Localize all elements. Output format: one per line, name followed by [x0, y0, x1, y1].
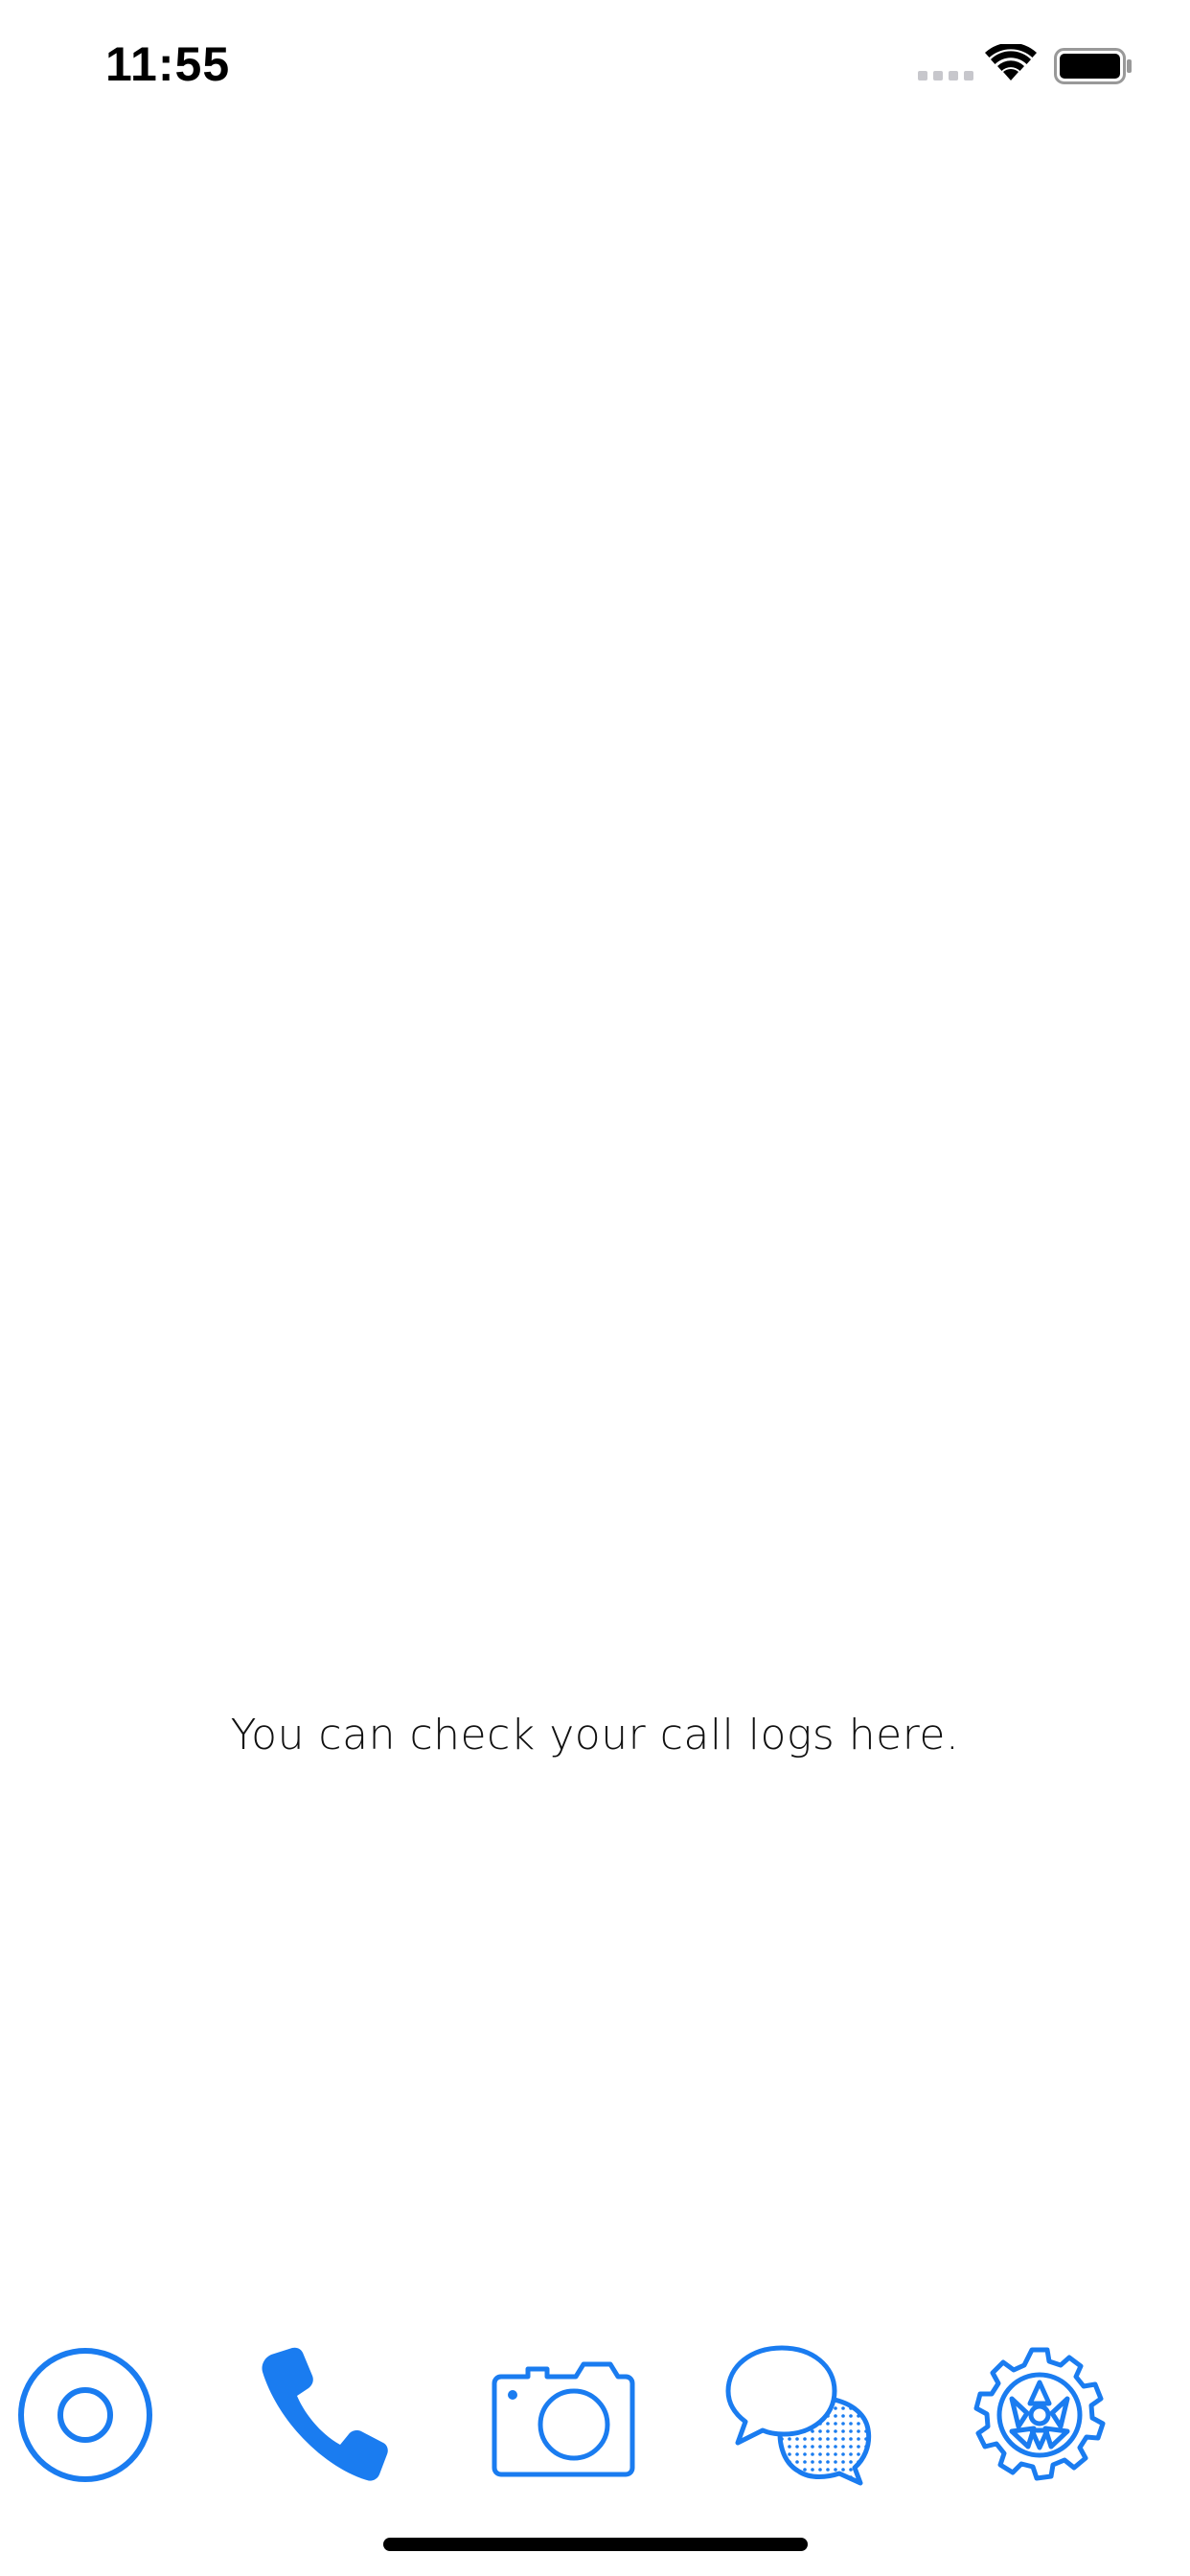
tab-calls[interactable] — [242, 2338, 405, 2492]
tab-bar — [0, 2329, 1190, 2501]
radio-target-icon — [18, 2348, 152, 2482]
phone-icon — [262, 2347, 388, 2481]
tab-settings[interactable] — [958, 2338, 1121, 2492]
chat-bubbles-icon — [725, 2345, 872, 2486]
home-indicator[interactable] — [383, 2538, 808, 2551]
empty-state-message: You can check your call logs here. — [230, 1711, 960, 1760]
status-time: 11:55 — [105, 37, 231, 91]
tab-camera[interactable] — [481, 2338, 644, 2492]
battery-icon — [1054, 48, 1132, 84]
status-bar: 11:55 — [0, 0, 1190, 126]
signal-bars-icon — [918, 71, 973, 80]
tab-messages[interactable] — [720, 2338, 882, 2492]
tab-radio[interactable] — [4, 2338, 167, 2492]
gear-icon — [973, 2347, 1106, 2481]
camera-icon — [492, 2361, 635, 2477]
wifi-icon — [985, 44, 1037, 80]
